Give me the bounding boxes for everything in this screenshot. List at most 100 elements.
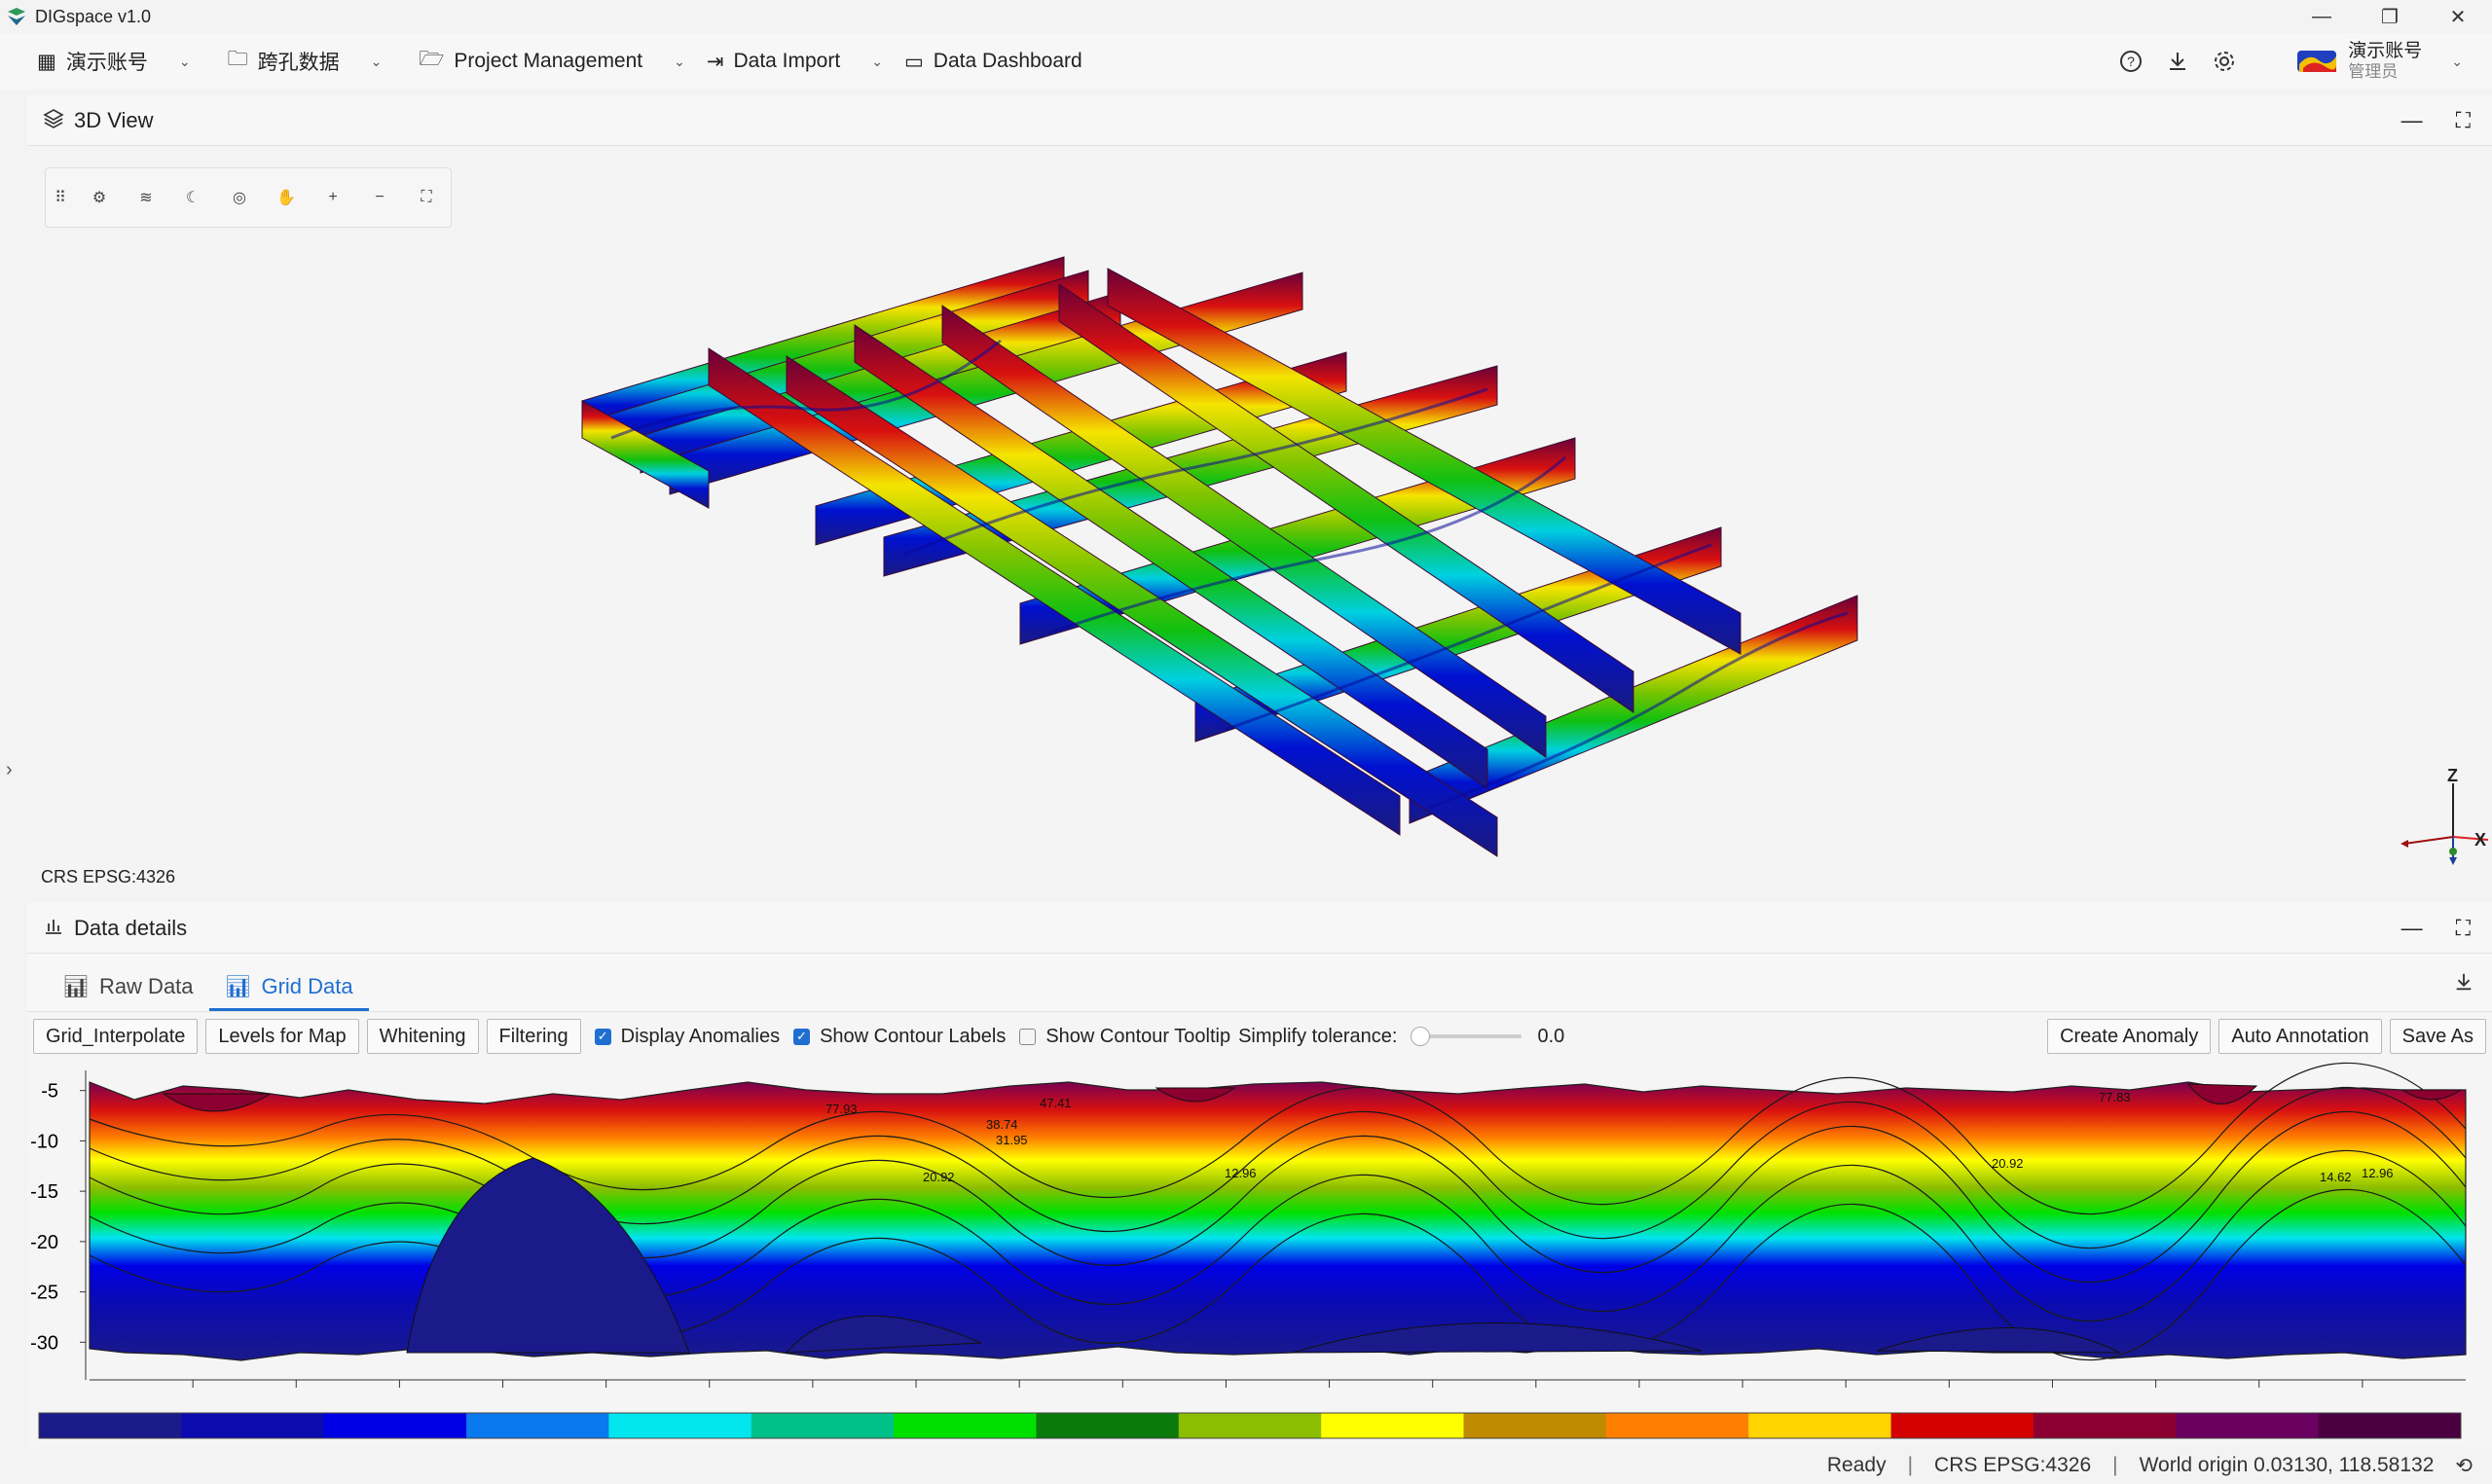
menu-data-import[interactable]: ⇥ Data Import ⌄ (707, 50, 883, 74)
user-role: 管理员 (2348, 62, 2399, 81)
chevron-down-icon: ⌄ (370, 53, 383, 69)
download-icon[interactable] (2163, 47, 2192, 76)
filtering-button[interactable]: Filtering (486, 1019, 581, 1054)
help-icon[interactable]: ? (2116, 47, 2145, 76)
show-contour-tooltip-checkbox[interactable]: Show Contour Tooltip (1019, 1026, 1230, 1048)
close-window-button[interactable]: ✕ (2424, 0, 2492, 33)
colorbar-swatch (1605, 1413, 1749, 1438)
data-details-panel: Data details — ⛶ 📊︎ Raw Data 📊︎ Grid Dat… (27, 903, 2492, 1448)
colorbar-swatch (39, 1413, 182, 1438)
view3d-canvas[interactable]: ⠿ ⚙ ≋ ☾ ◎ ✋ + − ⛶ CRS EPSG:4326 Z X (27, 146, 2492, 895)
contour-label: 77.93 (825, 1102, 858, 1116)
levels-for-map-button[interactable]: Levels for Map (205, 1019, 359, 1054)
contour-label: 31.95 (996, 1133, 1028, 1147)
colorbar-swatch (1178, 1413, 1322, 1438)
contour-label: 12.96 (2362, 1166, 2394, 1180)
checkbox-unchecked-icon (1019, 1028, 1037, 1045)
y-tick-label: -5 (41, 1081, 58, 1103)
expand-sidebar-icon[interactable]: › (6, 759, 13, 781)
project-icon: 🗁 (419, 47, 445, 70)
dashboard-icon: ▭ (903, 50, 924, 73)
grid-toolbar: Grid_Interpolate Levels for Map Whitenin… (27, 1012, 2492, 1061)
axis-x-label: X (2474, 830, 2486, 850)
simplify-tolerance-value: 0.0 (1537, 1025, 1565, 1047)
y-axis: -5 -10 -15 -20 -25 -30 (30, 1070, 87, 1380)
colorbar-swatch (323, 1413, 467, 1438)
contour-label: 12.96 (1225, 1166, 1257, 1180)
fence-diagram-3d[interactable] (27, 146, 2492, 895)
avatar (2297, 51, 2337, 72)
status-world-origin: World origin 0.03130, 118.58132 (2139, 1454, 2435, 1476)
slider-knob[interactable] (1411, 1027, 1431, 1046)
contour-section-chart[interactable]: -5 -10 -15 -20 -25 -30 50100150200 47.41 77.93… (27, 1061, 2492, 1388)
y-tick-label: -20 (30, 1232, 58, 1253)
checkbox-checked-icon: ✓ (594, 1028, 611, 1045)
contour-label: 20.92 (923, 1170, 955, 1184)
contour-label: 47.41 (1040, 1096, 1072, 1110)
contour-label: 20.92 (1992, 1156, 2024, 1171)
checkbox-checked-icon: ✓ (793, 1028, 811, 1045)
settings-gear-icon[interactable] (2210, 47, 2239, 76)
y-tick-label: -30 (30, 1332, 58, 1354)
colorbar-swatch (1321, 1413, 1465, 1438)
save-as-button[interactable]: Save As (2389, 1019, 2486, 1054)
colorbar (38, 1412, 2462, 1439)
restore-button[interactable]: ❐ (2356, 0, 2424, 33)
menu-project-management[interactable]: 🗁 Project Management ⌄ (419, 45, 685, 79)
export-download-icon[interactable] (2453, 971, 2474, 997)
display-anomalies-checkbox[interactable]: ✓ Display Anomalies (594, 1026, 780, 1048)
create-anomaly-button[interactable]: Create Anomaly (2047, 1019, 2212, 1054)
menu-account[interactable]: ▦ 演示账号 ⌄ (37, 47, 191, 76)
colorbar-swatch (894, 1413, 1037, 1438)
colorbar-swatch (2033, 1413, 2177, 1438)
colorbar-swatch (1890, 1413, 2034, 1438)
title-bar: DIGspace v1.0 — ❐ ✕ (0, 0, 2492, 33)
bar-chart-icon: 📊︎ (62, 974, 90, 998)
colorbar-swatch (1036, 1413, 1180, 1438)
menu-bar: ▦ 演示账号 ⌄ 🗀 跨孔数据 ⌄ 🗁 Project Management ⌄… (0, 33, 2492, 90)
data-details-title: Data details (74, 915, 188, 940)
colorbar-swatch (751, 1413, 895, 1438)
chevron-down-icon: ⌄ (178, 53, 191, 69)
chevron-down-icon: ⌄ (674, 53, 685, 69)
contour-label: 38.74 (986, 1117, 1018, 1132)
tab-raw-data[interactable]: 📊︎ Raw Data (47, 974, 209, 1011)
data-details-header: Data details — ⛶ (27, 903, 2492, 954)
app-logo-icon (8, 8, 25, 25)
fence-panels (581, 256, 1858, 857)
maximize-panel-icon[interactable]: ⛶ (2456, 916, 2471, 941)
show-contour-labels-checkbox[interactable]: ✓ Show Contour Labels (793, 1026, 1006, 1048)
contour-label: 14.62 (2320, 1170, 2352, 1184)
y-tick-label: -15 (30, 1181, 58, 1203)
colorbar-swatch (1463, 1413, 1607, 1438)
menu-crosshole-data[interactable]: 🗀 跨孔数据 ⌄ (228, 45, 383, 79)
history-icon[interactable]: ⟲ (2455, 1454, 2473, 1478)
svg-text:?: ? (2127, 54, 2135, 69)
minimize-button[interactable]: — (2288, 0, 2356, 33)
status-ready: Ready (1826, 1454, 1887, 1476)
details-tabs: 📊︎ Raw Data 📊︎ Grid Data (27, 954, 2492, 1012)
user-menu[interactable]: 演示账号 管理员 ⌄ (2295, 41, 2463, 82)
user-name: 演示账号 (2348, 41, 2423, 61)
chevron-down-icon: ⌄ (2451, 53, 2463, 69)
status-crs: CRS EPSG:4326 (1934, 1454, 2092, 1476)
view3d-header: 3D View — ⛶ (27, 95, 2492, 146)
bar-chart-icon: 📊︎ (224, 974, 252, 998)
import-icon: ⇥ (706, 50, 724, 73)
colorbar-swatch (2176, 1413, 2320, 1438)
colorbar-swatch (2318, 1413, 2462, 1438)
grid-interpolate-button[interactable]: Grid_Interpolate (33, 1019, 199, 1054)
minimize-panel-icon[interactable]: — (2401, 108, 2423, 133)
left-rail: › (0, 90, 25, 1447)
folder-icon: 🗀 (227, 47, 248, 70)
simplify-tolerance-slider[interactable] (1411, 1027, 1522, 1046)
tab-grid-data[interactable]: 📊︎ Grid Data (208, 974, 369, 1011)
colorbar-swatch (181, 1413, 325, 1438)
minimize-panel-icon[interactable]: — (2401, 916, 2423, 941)
colorbar-swatch (1748, 1413, 1892, 1438)
maximize-panel-icon[interactable]: ⛶ (2456, 108, 2471, 133)
menu-data-dashboard[interactable]: ▭ Data Dashboard (904, 50, 1082, 74)
auto-annotation-button[interactable]: Auto Annotation (2218, 1019, 2382, 1054)
colorbar-swatch (608, 1413, 752, 1438)
whitening-button[interactable]: Whitening (366, 1019, 479, 1054)
